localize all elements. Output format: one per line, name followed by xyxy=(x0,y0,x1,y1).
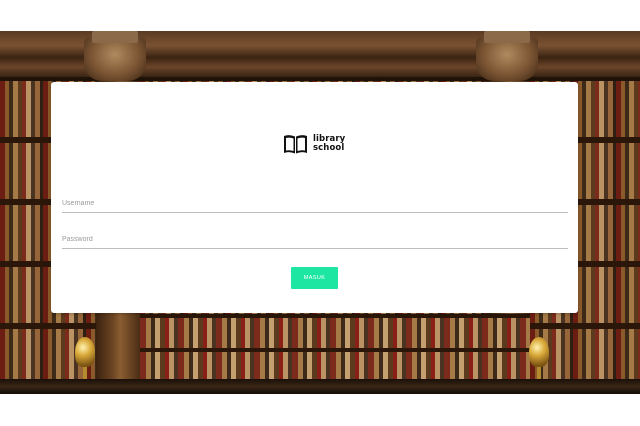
cornice-bracket-left xyxy=(84,37,146,81)
username-group xyxy=(62,199,568,213)
brass-lamp-right xyxy=(529,337,549,367)
brand-logo: library school xyxy=(283,133,345,155)
open-book-icon xyxy=(283,133,308,155)
password-group xyxy=(62,235,568,249)
username-input[interactable] xyxy=(62,199,568,213)
gallery-railing xyxy=(0,379,640,394)
brand-line2: school xyxy=(313,143,345,153)
password-input[interactable] xyxy=(62,235,568,249)
brass-lamp-left xyxy=(75,337,95,367)
login-card: library school MASUK xyxy=(51,82,578,313)
login-button[interactable]: MASUK xyxy=(291,267,338,289)
cornice-bracket-right xyxy=(476,37,538,81)
brand-name: library school xyxy=(313,135,345,153)
